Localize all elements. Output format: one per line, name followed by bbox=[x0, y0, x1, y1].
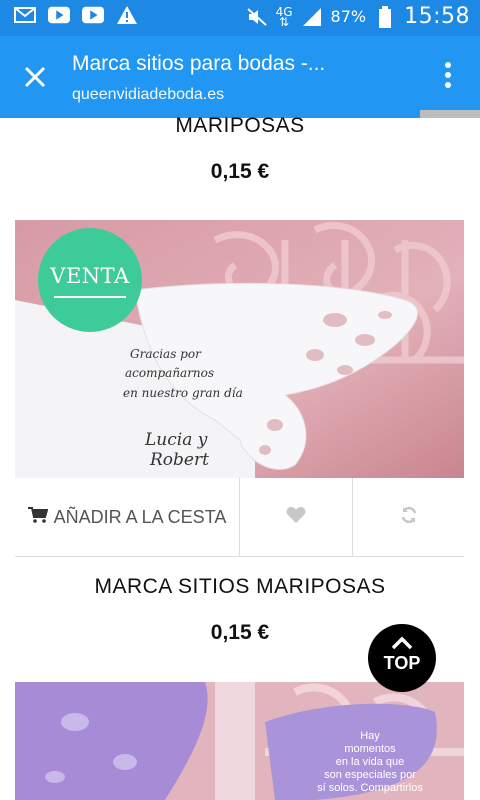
add-to-cart-label: AÑADIR A LA CESTA bbox=[53, 506, 227, 527]
sale-badge: VENTA bbox=[38, 228, 142, 332]
image-text-line: son especiales por bbox=[324, 769, 416, 781]
back-to-top-label: TOP bbox=[383, 653, 421, 673]
clock: 15:58 bbox=[404, 4, 470, 29]
wishlist-button[interactable] bbox=[240, 478, 353, 556]
refresh-icon bbox=[400, 506, 418, 529]
image-text-names: Robert bbox=[149, 450, 209, 470]
heart-icon bbox=[286, 506, 306, 529]
image-text-line: en la vida que bbox=[336, 756, 405, 768]
product-title[interactable]: MARCA SITIOS MARIPOSAS bbox=[0, 575, 480, 599]
data-arrows-icon: ⇅ bbox=[279, 14, 290, 29]
overflow-menu-icon[interactable] bbox=[444, 62, 452, 92]
youtube-notification-icon-2 bbox=[82, 6, 104, 24]
custom-tab-toolbar: Marca sitios para bodas -... queenvidiad… bbox=[0, 36, 480, 118]
add-to-cart-button[interactable]: AÑADIR A LA CESTA bbox=[15, 478, 240, 556]
sale-badge-label: VENTA bbox=[50, 264, 130, 288]
cart-icon bbox=[27, 506, 48, 528]
page-url: queenvidiadeboda.es bbox=[72, 86, 225, 103]
battery-icon bbox=[374, 5, 396, 28]
image-text-line: Gracias por bbox=[130, 347, 202, 361]
product-actions: AÑADIR A LA CESTA bbox=[15, 478, 464, 557]
status-bar: 4G ⇅ 87% 15:58 bbox=[0, 0, 480, 36]
chevron-up-icon bbox=[368, 634, 436, 655]
product-image[interactable]: Hay momentos en la vida que son especial… bbox=[15, 682, 464, 800]
network-indicator: 4G ⇅ bbox=[276, 6, 293, 29]
page-title: Marca sitios para bodas -... bbox=[72, 52, 326, 75]
mail-notification-icon bbox=[14, 6, 36, 24]
mute-icon bbox=[246, 7, 268, 26]
product-title[interactable]: MARIPOSAS bbox=[0, 114, 480, 138]
image-text-line: acompañarnos bbox=[125, 366, 214, 380]
product-price: 0,15 € bbox=[210, 160, 270, 183]
image-text-line: en nuestro gran día bbox=[123, 386, 243, 400]
image-text-line: sí solos. Compartirlos bbox=[317, 782, 423, 794]
back-to-top-button[interactable]: TOP bbox=[368, 624, 436, 692]
battery-percent: 87% bbox=[330, 7, 367, 26]
image-text-names: Lucia y bbox=[144, 430, 208, 450]
warning-icon bbox=[116, 6, 138, 24]
image-text-line: Hay bbox=[360, 730, 380, 742]
signal-icon bbox=[301, 7, 323, 26]
youtube-notification-icon bbox=[48, 6, 70, 24]
compare-button[interactable] bbox=[353, 478, 464, 556]
close-icon[interactable] bbox=[20, 62, 50, 92]
image-text-line: momentos bbox=[344, 743, 396, 755]
